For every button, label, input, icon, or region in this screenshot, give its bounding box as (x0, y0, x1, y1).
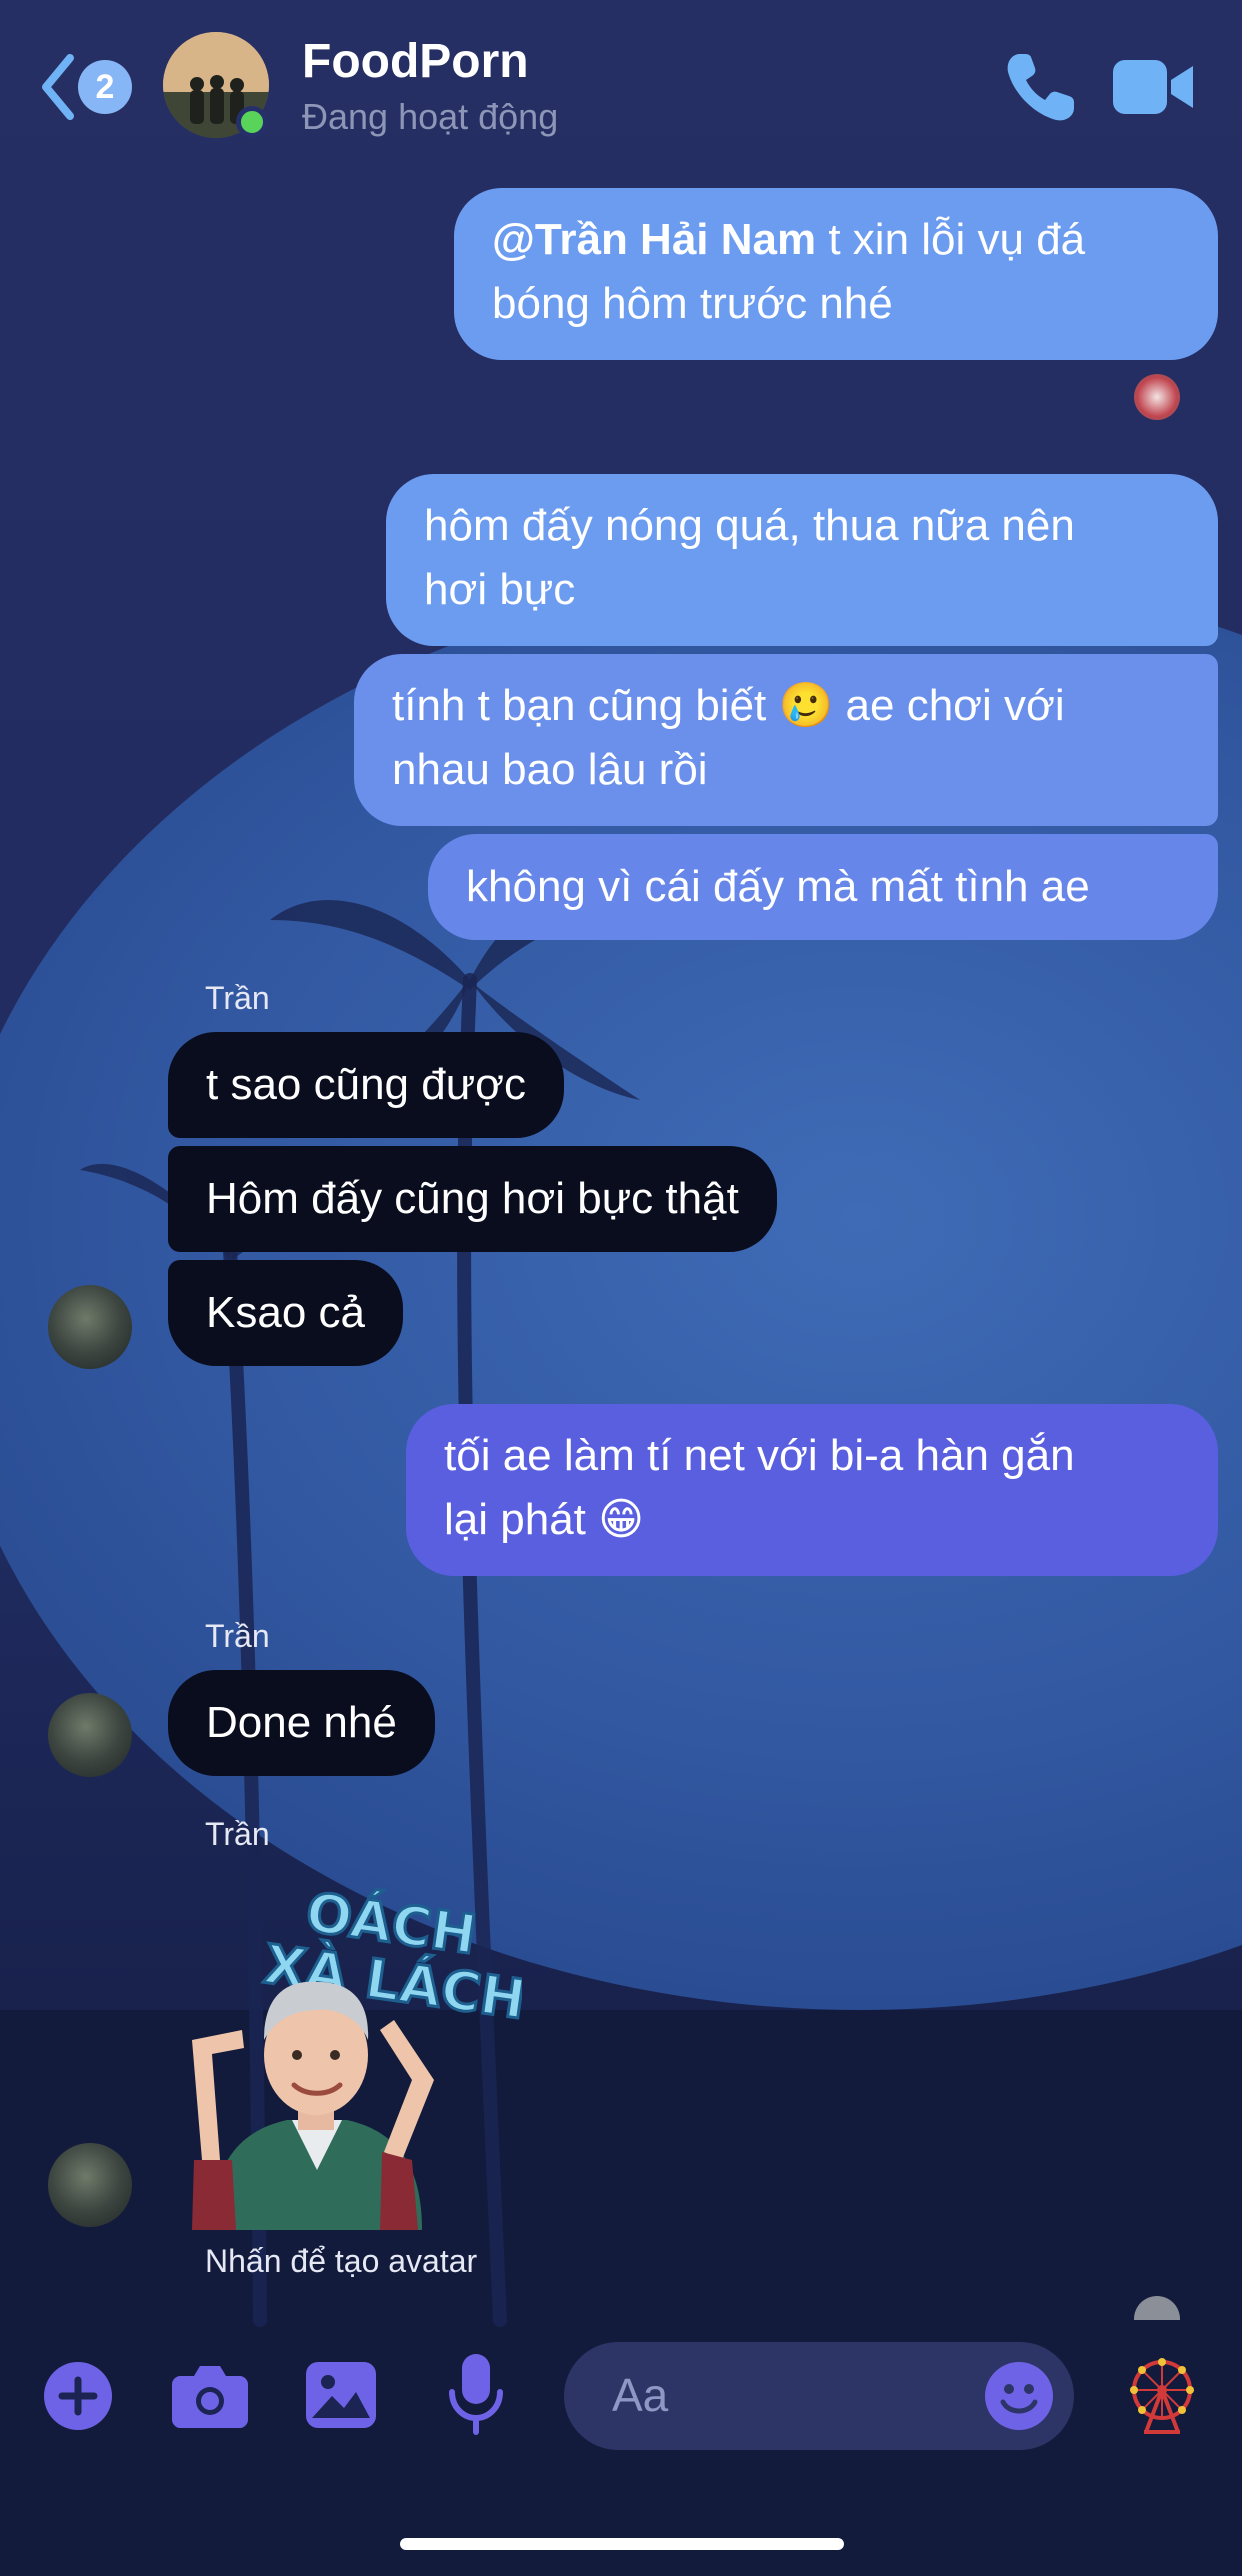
sender-avatar[interactable] (48, 1693, 132, 1777)
message-text: Ksao cả (206, 1288, 365, 1337)
message-text: t sao cũng được (206, 1060, 527, 1109)
message-text: hôm đấy nóng quá, thua nữa nên (424, 501, 1075, 550)
active-status-text: Đang hoạt động (302, 96, 559, 137)
read-receipt-avatar (1134, 374, 1180, 420)
message-bubble-outgoing[interactable]: tối ae làm tí net với bi-a hàn gắn lại p… (406, 1404, 1218, 1576)
emoji-icon[interactable] (985, 2362, 1053, 2430)
unread-count-badge[interactable]: 2 (78, 60, 132, 114)
chat-title[interactable]: FoodPorn (302, 34, 529, 89)
message-bubble-outgoing[interactable]: hôm đấy nóng quá, thua nữa nên hơi bực (386, 474, 1218, 646)
smiling-tear-emoji: 🥲 (778, 681, 834, 730)
message-text: t xin lỗi vụ đá (816, 215, 1086, 264)
message-bubble-outgoing[interactable]: @Trần Hải Nam t xin lỗi vụ đá bóng hôm t… (454, 188, 1218, 360)
phone-icon[interactable] (1000, 48, 1080, 128)
message-bubble-incoming[interactable]: Done nhé (168, 1670, 435, 1776)
message-text: bóng hôm trước nhé (492, 279, 893, 328)
sender-name: Trần (205, 1618, 270, 1654)
online-status-dot (236, 106, 268, 138)
message-bubble-incoming[interactable]: t sao cũng được (168, 1032, 565, 1138)
message-text: nhau bao lâu rồi (392, 745, 708, 794)
sticker-caption[interactable]: Nhấn để tạo avatar (205, 2243, 477, 2280)
message-text: không vì cái đấy mà mất tình ae (466, 862, 1090, 911)
back-chevron-icon[interactable] (38, 52, 78, 122)
sender-name: Trần (205, 980, 270, 1016)
camera-icon[interactable] (172, 2362, 248, 2428)
sender-avatar[interactable] (48, 1285, 132, 1369)
home-indicator (400, 2538, 844, 2550)
message-input[interactable] (612, 2368, 972, 2422)
theme-ferris-wheel-icon[interactable] (1124, 2358, 1200, 2434)
grinning-emoji: 😁 (598, 1495, 644, 1544)
message-text: Done nhé (206, 1698, 397, 1747)
sender-avatar[interactable] (48, 2143, 132, 2227)
message-bubble-incoming[interactable]: Hôm đấy cũng hơi bực thật (168, 1146, 777, 1252)
mention-tag[interactable]: @Trần Hải Nam (492, 215, 816, 264)
message-text: Hôm đấy cũng hơi bực thật (206, 1174, 739, 1223)
video-camera-icon[interactable] (1113, 56, 1195, 118)
message-text: tính t bạn cũng biết (392, 681, 779, 730)
microphone-icon[interactable] (446, 2354, 506, 2436)
message-bubble-outgoing[interactable]: không vì cái đấy mà mất tình ae (428, 834, 1218, 940)
message-bubble-outgoing[interactable]: tính t bạn cũng biết 🥲 ae chơi với nhau … (354, 654, 1218, 826)
plus-icon[interactable] (44, 2362, 112, 2430)
message-text: ae chơi với (833, 681, 1065, 730)
gallery-icon[interactable] (306, 2362, 376, 2428)
message-bubble-incoming[interactable]: Ksao cả (168, 1260, 403, 1366)
message-text: hơi bực (424, 565, 576, 614)
avatar-sticker[interactable]: OÁCH XÀ LÁCH (172, 1870, 522, 2230)
sender-name: Trần (205, 1816, 270, 1852)
message-text: lại phát (444, 1495, 599, 1544)
message-text: tối ae làm tí net với bi-a hàn gắn (444, 1431, 1075, 1480)
